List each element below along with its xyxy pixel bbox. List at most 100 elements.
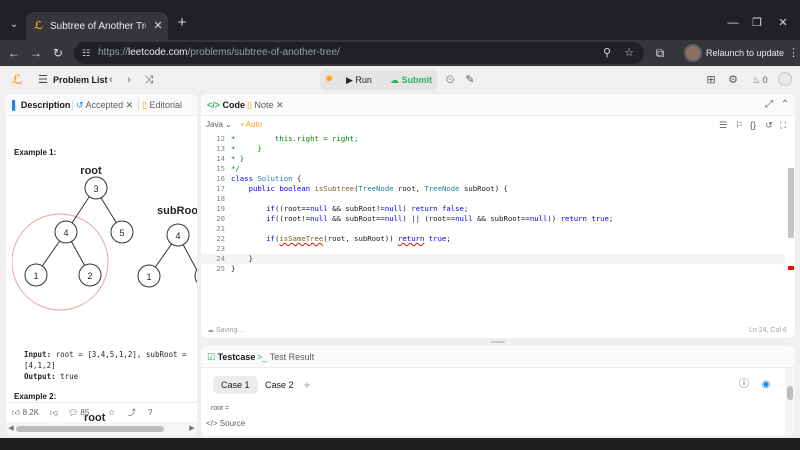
next-problem-icon[interactable]: ›	[122, 72, 136, 88]
new-tab-icon[interactable]: +	[174, 15, 190, 31]
like-button[interactable]: 👍︎ 8.2K	[12, 407, 39, 419]
line-number: 24	[216, 254, 225, 263]
tree-node-value: 5	[119, 228, 124, 238]
reload-icon[interactable]: ↻	[50, 45, 66, 61]
debug-bulb-icon[interactable]: ✹	[325, 73, 337, 87]
submit-button[interactable]: ☁ Submit	[390, 73, 434, 87]
streak-counter[interactable]: ♨ 0	[752, 72, 772, 88]
close-note-tab-icon[interactable]: ✕	[273, 100, 284, 110]
maximize-icon[interactable]: ⤢	[763, 98, 775, 112]
tab-editorial-label: Editorial	[149, 100, 182, 110]
code-text: }	[231, 264, 236, 273]
dislike-icon[interactable]: 👎︎	[50, 407, 58, 419]
info-icon[interactable]: ⓘ	[737, 378, 751, 392]
collapse-icon[interactable]: ⌃	[779, 98, 791, 112]
tab-editorial[interactable]: ▯ Editorial	[142, 98, 182, 112]
editor-scroll-thumb[interactable]	[788, 168, 794, 238]
list-icon[interactable]: ☰	[38, 73, 50, 87]
testcase-scrollbar[interactable]	[785, 368, 795, 436]
layout-icon[interactable]: ⊞	[704, 72, 718, 88]
scroll-left-icon[interactable]: ◀	[7, 424, 15, 434]
help-icon[interactable]: ?	[148, 407, 152, 419]
code-line: 16 class Solution {	[201, 174, 785, 184]
code-line: 18	[201, 194, 785, 204]
share-icon[interactable]: ⤴	[128, 407, 136, 419]
bookmark-star-icon[interactable]: ☆	[622, 46, 636, 60]
screen: ⌄ ℒ Subtree of Another Tree - LeetC ✕ + …	[0, 0, 800, 450]
address-bar[interactable]: ☷ https://leetcode.com/problems/subtree-…	[74, 42, 644, 64]
case-1-button[interactable]: Case 1	[213, 376, 258, 394]
browser-tabstrip: ⌄ ℒ Subtree of Another Tree - LeetC ✕ + …	[0, 0, 800, 40]
eye-icon[interactable]: ◉	[759, 378, 773, 392]
bookmark-icon[interactable]: ⚐	[733, 118, 745, 132]
case-2-button[interactable]: Case 2	[257, 376, 302, 394]
code-editor[interactable]: 12 * this.right = right; 13 * } 14 * } 15 */…	[201, 134, 795, 274]
editor-status-bar: ☁ Saving... Ln 24, Col 6	[201, 324, 795, 338]
description-panel: ▌ Description ↺ Accepted ✕ ▯ Editorial E…	[6, 94, 197, 436]
notes-icon[interactable]: ✎	[463, 72, 477, 88]
format-icon[interactable]: ☰	[717, 118, 729, 132]
tab-code[interactable]: </> Code	[207, 98, 245, 112]
site-info-icon[interactable]: ☷	[82, 47, 94, 59]
testcase-scroll-thumb[interactable]	[787, 386, 793, 400]
settings-gear-icon[interactable]: ⚙	[726, 72, 740, 88]
language-select[interactable]: Java ⌄	[206, 119, 236, 131]
resize-grip[interactable]	[491, 341, 505, 343]
line-number: 13	[216, 144, 225, 153]
tree-node-value: 3	[93, 184, 98, 194]
forward-icon[interactable]: →	[28, 45, 44, 61]
relaunch-button[interactable]: Relaunch to update	[706, 44, 788, 62]
tab-accepted[interactable]: ↺ Accepted ✕	[76, 98, 133, 112]
url-text[interactable]: https://leetcode.com/problems/subtree-of…	[98, 46, 498, 60]
browser-menu-icon[interactable]: ⋮	[788, 44, 799, 62]
panel-resize-handle[interactable]	[201, 339, 795, 345]
scroll-right-icon[interactable]: ▶	[188, 424, 196, 434]
user-avatar[interactable]	[778, 72, 792, 86]
bottom-bar	[0, 438, 800, 450]
example-2-heading: Example 2:	[14, 392, 57, 401]
browser-tab-active[interactable]: ℒ Subtree of Another Tree - LeetC ✕	[26, 12, 168, 40]
description-tabs: ▌ Description ↺ Accepted ✕ ▯ Editorial	[6, 94, 197, 116]
shuffle-icon[interactable]: ⤨	[142, 72, 156, 88]
close-tab-icon[interactable]: ✕	[152, 19, 164, 33]
back-icon[interactable]: ←	[6, 45, 22, 61]
close-accepted-tab-icon[interactable]: ✕	[123, 100, 134, 110]
reset-icon[interactable]: ↺	[763, 118, 775, 132]
add-case-icon[interactable]: +	[301, 376, 313, 394]
code-brackets-icon: </>	[206, 419, 220, 428]
prev-problem-icon[interactable]: ‹	[104, 72, 118, 88]
scroll-thumb[interactable]	[16, 426, 164, 432]
close-window-icon[interactable]: ✕	[776, 16, 790, 30]
timer-icon[interactable]: ⏲	[443, 72, 457, 88]
example-1-tree-figure: root 3 4 5 1 2 subRoo 4 1	[12, 165, 197, 311]
extensions-icon[interactable]: ⧉	[652, 45, 668, 61]
run-button[interactable]: ▶ Run	[346, 73, 382, 87]
code-line: 25}	[201, 264, 785, 274]
description-horizontal-scrollbar[interactable]: ◀ ▶	[6, 422, 197, 436]
minimize-icon[interactable]: —	[726, 16, 740, 30]
cloud-icon: ☁	[207, 327, 216, 334]
source-toggle[interactable]: </> Source	[206, 418, 286, 430]
line-number: 15	[216, 164, 225, 173]
restore-icon[interactable]: ❐	[750, 16, 764, 30]
tab-test-result[interactable]: >_ Test Result	[257, 350, 314, 364]
line-number: 21	[216, 224, 225, 233]
line-number: 25	[216, 264, 225, 273]
tab-testcase[interactable]: ☑ Testcase	[207, 350, 255, 364]
editor-toolbar: Java ⌄ ▪ Auto ☰ ⚐ {} ↺ ⛶	[201, 116, 795, 134]
tab-description[interactable]: ▌ Description	[12, 98, 70, 112]
tab-note[interactable]: ▯ Note ✕	[247, 98, 284, 112]
braces-icon[interactable]: {}	[747, 118, 759, 132]
zoom-icon[interactable]: ⚲	[600, 46, 614, 60]
profile-avatar[interactable]	[684, 44, 702, 62]
tree-node-value: 1	[146, 272, 151, 282]
play-icon: ▶	[346, 75, 356, 85]
leetcode-logo-icon[interactable]: ℒ	[12, 73, 26, 87]
auto-mode-toggle[interactable]: ▪ Auto	[241, 119, 271, 131]
problem-list-link[interactable]: Problem List	[53, 73, 109, 87]
fullscreen-icon[interactable]: ⛶	[777, 118, 789, 132]
tab-search-icon[interactable]: ⌄	[6, 17, 22, 33]
editor-vertical-scrollbar[interactable]	[787, 134, 795, 274]
run-label: Run	[355, 75, 372, 85]
